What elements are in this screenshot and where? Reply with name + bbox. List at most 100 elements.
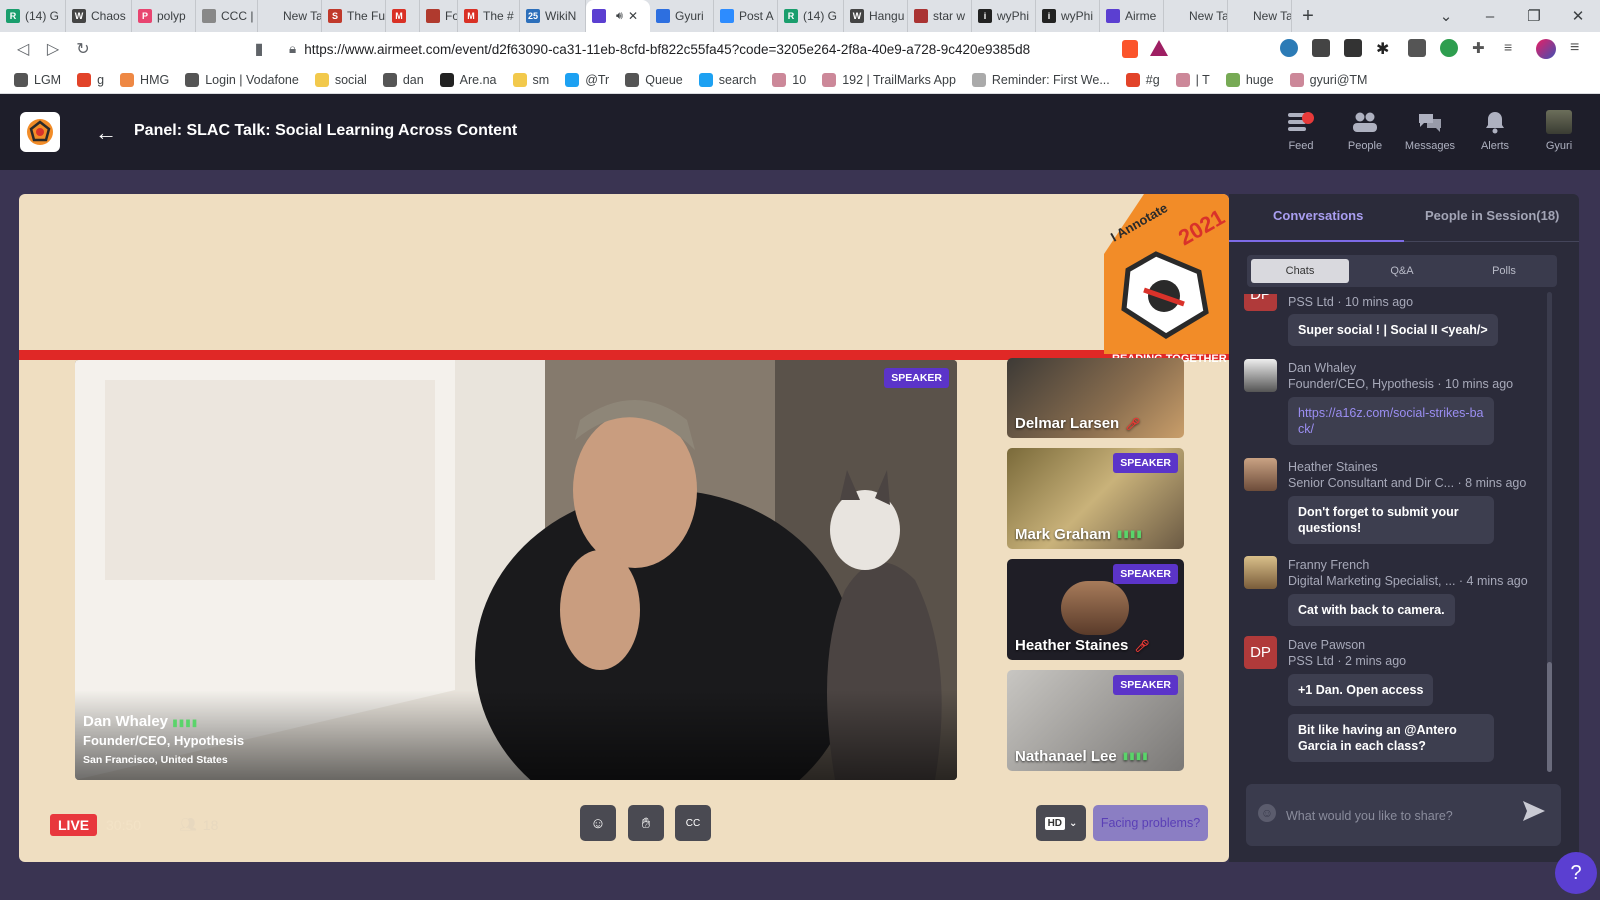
extension-icon[interactable]: ✱ bbox=[1376, 39, 1394, 58]
tab-people-in-session[interactable]: People in Session(18) bbox=[1425, 208, 1559, 223]
bookmark-item[interactable]: social bbox=[314, 72, 367, 87]
bookmark-item[interactable]: sm bbox=[512, 72, 549, 87]
browser-tab[interactable]: W Chaos bbox=[66, 0, 132, 32]
reload-icon[interactable]: ↻ bbox=[68, 39, 98, 59]
forward-icon[interactable]: ▷ bbox=[38, 39, 68, 59]
raise-hand-button[interactable]: ✋︎ bbox=[628, 805, 664, 841]
browser-tab[interactable]: CCC | bbox=[196, 0, 258, 32]
bookmark-item[interactable]: Are.na bbox=[439, 72, 497, 87]
help-button[interactable]: ? bbox=[1555, 852, 1597, 894]
speaker-tile[interactable]: SPEAKER Heather Staines 🎤︎ bbox=[1007, 559, 1184, 660]
browser-tab[interactable]: Gyuri bbox=[650, 0, 714, 32]
messages-icon bbox=[1417, 110, 1443, 134]
captions-button[interactable]: CC bbox=[675, 805, 711, 841]
back-icon[interactable]: ◁ bbox=[8, 39, 38, 59]
brave-shield-icon[interactable] bbox=[1122, 40, 1138, 58]
close-tab-icon[interactable]: ✕ bbox=[628, 9, 638, 23]
bookmark-item[interactable]: Queue bbox=[625, 72, 683, 87]
browser-tab[interactable]: Airme bbox=[1100, 0, 1164, 32]
bookmark-item[interactable]: huge bbox=[1225, 72, 1274, 87]
bookmark-icon[interactable]: ▮ bbox=[244, 39, 274, 59]
message-sender: Heather Staines bbox=[1288, 460, 1378, 474]
chat-message-list[interactable]: DP PSS Ltd · 10 mins ago Super social ! … bbox=[1229, 294, 1569, 782]
emoji-icon[interactable]: ☺ bbox=[1258, 804, 1276, 822]
nav-people[interactable]: People bbox=[1335, 110, 1395, 152]
event-logo[interactable] bbox=[20, 112, 60, 152]
extension-icon[interactable] bbox=[1408, 39, 1426, 57]
browser-tab[interactable]: New Tab bbox=[1164, 0, 1228, 32]
bookmark-item[interactable]: search bbox=[698, 72, 756, 87]
puzzle-icon[interactable]: ✚ bbox=[1472, 39, 1490, 57]
video-frame bbox=[75, 360, 957, 780]
avatar: DP bbox=[1244, 636, 1277, 669]
bookmark-item[interactable]: g bbox=[77, 72, 105, 87]
browser-tab[interactable]: R (14) G bbox=[778, 0, 844, 32]
extension-icon[interactable] bbox=[1280, 39, 1298, 57]
tab-search-icon[interactable]: ⌄ bbox=[1424, 7, 1468, 25]
bookmark-item[interactable]: 192 | TrailMarks App bbox=[822, 72, 956, 87]
facing-problems-button[interactable]: Facing problems? bbox=[1093, 805, 1208, 841]
extension-icon[interactable] bbox=[1344, 39, 1362, 57]
browser-tab[interactable]: M The # bbox=[458, 0, 520, 32]
bookmark-item[interactable]: @Tr bbox=[565, 72, 609, 87]
extension-icon[interactable] bbox=[1312, 39, 1330, 57]
new-tab-button[interactable]: + bbox=[1292, 5, 1324, 28]
bookmark-icon bbox=[1175, 72, 1190, 87]
browser-tab[interactable]: M bbox=[386, 0, 420, 32]
minimize-icon[interactable]: – bbox=[1468, 8, 1512, 25]
browser-tab[interactable]: W Hangu bbox=[844, 0, 908, 32]
browser-tab[interactable]: star w bbox=[908, 0, 972, 32]
extension-icon[interactable] bbox=[1440, 39, 1458, 57]
bookmark-item[interactable]: LGM bbox=[14, 72, 61, 87]
browser-tab[interactable]: 25 WikiN bbox=[520, 0, 586, 32]
browser-tab[interactable]: Post A bbox=[714, 0, 778, 32]
bookmark-item[interactable]: gyuri@TM bbox=[1289, 72, 1367, 87]
speaker-tile[interactable]: SPEAKER Nathanael Lee ▮▮▮▮ bbox=[1007, 670, 1184, 771]
browser-tab[interactable]: 🔊︎ ✕ bbox=[586, 0, 650, 32]
browser-tab[interactable]: R (14) G bbox=[0, 0, 66, 32]
chat-input[interactable] bbox=[1286, 804, 1516, 828]
bookmark-item[interactable]: #g bbox=[1125, 72, 1160, 87]
chat-scrollbar[interactable] bbox=[1547, 292, 1552, 772]
browser-tab[interactable]: i wyPhi bbox=[972, 0, 1036, 32]
close-window-icon[interactable]: ✕ bbox=[1556, 7, 1600, 25]
bookmark-item[interactable]: dan bbox=[382, 72, 424, 87]
emoji-reaction-button[interactable]: ☺ bbox=[580, 805, 616, 841]
browser-tab[interactable]: New Tab bbox=[258, 0, 322, 32]
brave-rewards-icon[interactable] bbox=[1150, 40, 1168, 56]
speaker-tile[interactable]: SPEAKER Mark Graham ▮▮▮▮ bbox=[1007, 448, 1184, 549]
bookmark-item[interactable]: Login | Vodafone bbox=[185, 72, 299, 87]
tab-conversations[interactable]: Conversations bbox=[1273, 208, 1363, 223]
menu-icon[interactable]: ≡ bbox=[1570, 39, 1588, 59]
profile-avatar[interactable] bbox=[1536, 39, 1556, 59]
url-field[interactable]: 🔒︎ https://www.airmeet.com/event/d2f6309… bbox=[285, 36, 1157, 62]
browser-tab[interactable]: Ppolyp bbox=[132, 0, 196, 32]
browser-tab[interactable]: Fo bbox=[420, 0, 458, 32]
main-speaker-video[interactable]: SPEAKER Dan Whaley ▮▮▮▮ Founder/CEO, Hyp… bbox=[75, 360, 957, 780]
bookmark-item[interactable]: | T bbox=[1175, 72, 1210, 87]
browser-tab[interactable]: i wyPhi bbox=[1036, 0, 1100, 32]
browser-tab[interactable]: S The Fu bbox=[322, 0, 386, 32]
video-quality-select[interactable]: HD ⌄ bbox=[1036, 805, 1086, 841]
nav-alerts[interactable]: Alerts bbox=[1465, 110, 1525, 152]
nav-messages[interactable]: Messages bbox=[1400, 110, 1460, 152]
nav-feed[interactable]: Feed bbox=[1271, 110, 1331, 152]
browser-tab[interactable]: New Tab bbox=[1228, 0, 1292, 32]
subtab-polls[interactable]: Polls bbox=[1455, 259, 1553, 283]
bookmark-label: g bbox=[97, 72, 105, 87]
speaker-tile[interactable]: Delmar Larsen 🎤︎ bbox=[1007, 358, 1184, 438]
scrollbar-thumb[interactable] bbox=[1547, 662, 1552, 772]
message-link[interactable]: https://a16z.com/social-strikes-back/ bbox=[1288, 397, 1494, 445]
subtab-chats[interactable]: Chats bbox=[1251, 259, 1349, 283]
back-arrow-icon[interactable]: ← bbox=[95, 120, 117, 146]
subtab-qa[interactable]: Q&A bbox=[1353, 259, 1451, 283]
message-bubble: Super social ! | Social II <yeah/> bbox=[1288, 314, 1498, 346]
bookmark-item[interactable]: 10 bbox=[772, 72, 806, 87]
speaker-audio-icon[interactable]: 🔊︎ bbox=[616, 10, 623, 23]
bookmark-item[interactable]: HMG bbox=[120, 72, 169, 87]
nav-profile[interactable]: Gyuri bbox=[1529, 110, 1589, 152]
bookmark-item[interactable]: Reminder: First We... bbox=[971, 72, 1110, 87]
media-icon[interactable]: ≡ bbox=[1504, 39, 1522, 57]
restore-icon[interactable]: ❐ bbox=[1512, 7, 1556, 25]
send-icon[interactable] bbox=[1522, 800, 1546, 827]
